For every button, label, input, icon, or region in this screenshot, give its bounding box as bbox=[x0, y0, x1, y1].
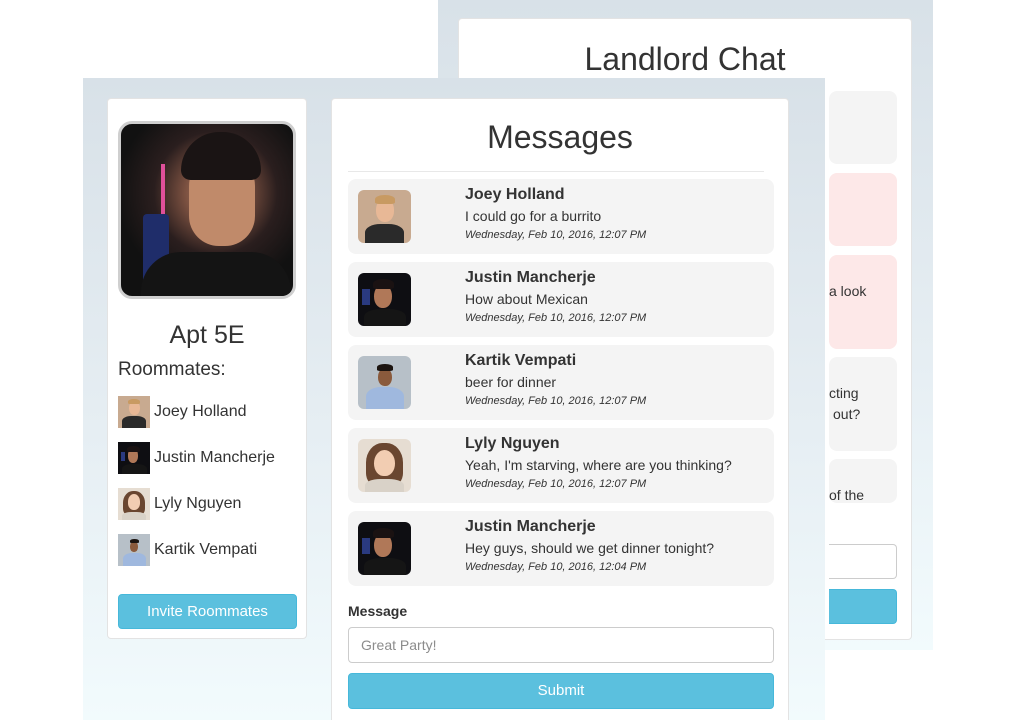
landlord-chat-title: Landlord Chat bbox=[584, 41, 786, 77]
photo-shirt bbox=[141, 252, 291, 296]
message-item: Joey Holland I could go for a burrito We… bbox=[348, 179, 774, 254]
roommate-item[interactable]: Joey Holland bbox=[118, 389, 303, 435]
roommate-item[interactable]: Justin Mancherje bbox=[118, 435, 303, 481]
roommate-item[interactable]: Kartik Vempati bbox=[118, 527, 303, 573]
roommate-name: Lyly Nguyen bbox=[154, 495, 242, 512]
apartment-chat-window: Apt 5E Roommates: Joey Holland Justin Ma… bbox=[83, 78, 825, 720]
roommate-item[interactable]: Lyly Nguyen bbox=[118, 481, 303, 527]
landlord-message: cting out? bbox=[829, 357, 897, 451]
message-item: Kartik Vempati beer for dinner Wednesday… bbox=[348, 345, 774, 420]
message-text: Yeah, I'm starving, where are you thinki… bbox=[465, 457, 732, 473]
avatar bbox=[118, 442, 150, 474]
submit-button[interactable]: Submit bbox=[348, 673, 774, 709]
avatar bbox=[358, 356, 411, 409]
message-item: Lyly Nguyen Yeah, I'm starving, where ar… bbox=[348, 428, 774, 503]
message-sender: Joey Holland bbox=[465, 186, 565, 203]
message-sender: Justin Mancherje bbox=[465, 518, 596, 535]
avatar bbox=[358, 522, 411, 575]
roommates-list: Joey Holland Justin Mancherje Lyly Nguye… bbox=[118, 389, 303, 573]
avatar bbox=[358, 439, 411, 492]
landlord-message bbox=[829, 91, 897, 164]
landlord-message-fragment: cting bbox=[829, 385, 859, 401]
message-text: How about Mexican bbox=[465, 291, 588, 307]
landlord-message-fragment: of the bbox=[829, 487, 865, 503]
landlord-message bbox=[829, 173, 897, 246]
invite-roommates-button[interactable]: Invite Roommates bbox=[118, 594, 297, 629]
message-timestamp: Wednesday, Feb 10, 2016, 12:07 PM bbox=[465, 395, 647, 407]
roommate-name: Joey Holland bbox=[154, 403, 247, 420]
message-input[interactable] bbox=[348, 627, 774, 663]
message-timestamp: Wednesday, Feb 10, 2016, 12:04 PM bbox=[465, 561, 647, 573]
message-sender: Kartik Vempati bbox=[465, 352, 577, 369]
landlord-message: a look bbox=[829, 255, 897, 349]
apartment-sidebar: Apt 5E Roommates: Joey Holland Justin Ma… bbox=[107, 98, 307, 639]
message-text: beer for dinner bbox=[465, 374, 557, 390]
message-field-label: Message bbox=[348, 603, 408, 619]
roommates-heading: Roommates: bbox=[118, 359, 226, 380]
message-list: Joey Holland I could go for a burrito We… bbox=[348, 179, 774, 594]
landlord-message: of the bbox=[829, 459, 897, 503]
message-timestamp: Wednesday, Feb 10, 2016, 12:07 PM bbox=[465, 229, 647, 241]
message-item: Justin Mancherje How about Mexican Wedne… bbox=[348, 262, 774, 337]
roommate-name: Justin Mancherje bbox=[154, 449, 275, 466]
avatar bbox=[358, 190, 411, 243]
avatar bbox=[118, 534, 150, 566]
avatar bbox=[358, 273, 411, 326]
divider bbox=[348, 171, 764, 172]
landlord-message-fragment: a look bbox=[829, 283, 867, 299]
message-text: Hey guys, should we get dinner tonight? bbox=[465, 540, 715, 556]
photo-hair bbox=[181, 132, 261, 180]
apartment-title: Apt 5E bbox=[169, 321, 245, 349]
message-text: I could go for a burrito bbox=[465, 208, 602, 224]
landlord-submit-button[interactable] bbox=[829, 589, 897, 624]
messages-panel: Messages Joey Holland I could go for a b… bbox=[331, 98, 789, 720]
roommate-name: Kartik Vempati bbox=[154, 541, 258, 558]
avatar bbox=[118, 396, 150, 428]
message-sender: Lyly Nguyen bbox=[465, 435, 560, 452]
message-item: Justin Mancherje Hey guys, should we get… bbox=[348, 511, 774, 586]
message-timestamp: Wednesday, Feb 10, 2016, 12:07 PM bbox=[465, 478, 647, 490]
landlord-message-fragment: out? bbox=[833, 406, 861, 422]
avatar bbox=[118, 488, 150, 520]
profile-photo bbox=[118, 121, 296, 299]
messages-title: Messages bbox=[487, 119, 633, 155]
message-sender: Justin Mancherje bbox=[465, 269, 596, 286]
message-timestamp: Wednesday, Feb 10, 2016, 12:07 PM bbox=[465, 312, 647, 324]
landlord-message-input[interactable] bbox=[829, 544, 897, 579]
